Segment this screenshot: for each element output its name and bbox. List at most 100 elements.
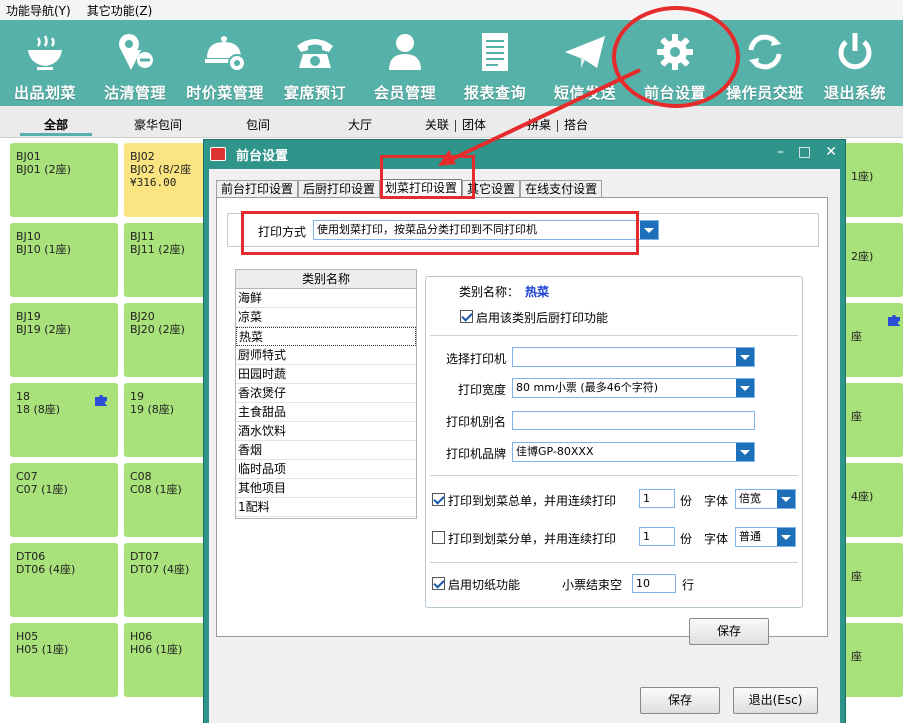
print-total-label: 打印到划菜总单，并用连续打印 (448, 494, 617, 508)
total-font-select[interactable]: 倍宽 (735, 489, 796, 509)
chevron-down-icon[interactable] (640, 221, 658, 239)
area-tab-hall[interactable]: 大厅 (348, 116, 372, 133)
print-total-checkbox[interactable] (432, 493, 445, 506)
toolbar-label: 短信发送 (553, 84, 616, 102)
table-tile[interactable]: DT06 DT06 (4座) (10, 543, 118, 617)
printer-alias-label: 打印机别名 (446, 415, 507, 429)
tab-online-pay[interactable]: 在线支付设置 (520, 180, 603, 197)
maximize-icon[interactable]: □ (798, 144, 811, 160)
print-width-value: 80 mm小票 (最多46个字符) (516, 381, 659, 394)
font-label: 字体 (704, 494, 729, 508)
printer-label: 选择打印机 (446, 352, 507, 366)
table-seats: 2座) (851, 250, 874, 263)
paper-cut-label: 启用切纸功能 (448, 578, 521, 592)
area-tab-share[interactable]: 拼桌 搭台 (527, 116, 588, 133)
list-item[interactable]: 厨师特式 (236, 346, 416, 365)
area-tab-private[interactable]: 包间 (246, 116, 270, 133)
blank-lines-input[interactable]: 10 (632, 574, 676, 593)
dialog-save-button[interactable]: 保存 (640, 687, 720, 714)
blank-lines-label: 小票结束空 (562, 578, 623, 592)
toolbar-label: 报表查询 (463, 84, 526, 102)
split-copies-input[interactable]: 1 (639, 527, 675, 546)
chevron-down-icon[interactable] (777, 528, 795, 546)
menu-other-functions[interactable]: 其它功能(Z) (87, 2, 153, 19)
area-tab-bar: 全部 豪华包间 包间 大厅 关联 团体 拼桌 搭台 (0, 106, 903, 138)
split-font-select[interactable]: 普通 (735, 527, 796, 547)
main-toolbar: 出品划菜 沽清管理 时价菜管理 宴席预订 会员管理 报表查询 短信发送 前台设置… (0, 20, 903, 106)
mail-icon (563, 30, 607, 74)
table-seats: BJ10 (1座) (16, 243, 71, 256)
printer-alias-input[interactable] (512, 411, 755, 430)
table-tile[interactable]: H05 H05 (1座) (10, 623, 118, 697)
font-label: 字体 (704, 532, 729, 546)
print-width-select[interactable]: 80 mm小票 (最多46个字符) (512, 378, 755, 398)
dialog-titlebar: 前台设置 – □ ✕ (204, 140, 845, 168)
list-item[interactable]: 田园时蔬 (236, 365, 416, 384)
list-item[interactable]: 其他项目 (236, 479, 416, 498)
toolbar-soldout-button[interactable]: 沽清管理 (90, 20, 180, 106)
table-name: DT06 (16, 550, 46, 563)
tab-panel: 打印方式 使用划菜打印，按菜品分类打印到不同打印机 类别名称 海鲜 凉菜 热菜 … (216, 197, 828, 645)
paper-cut-checkbox[interactable] (432, 577, 445, 590)
list-item[interactable]: 凉菜 (236, 308, 416, 327)
highlight-tab-box (380, 155, 475, 199)
report-icon (473, 30, 517, 74)
minimize-icon[interactable]: – (777, 144, 784, 160)
menu-function-nav[interactable]: 功能导航(Y) (6, 2, 71, 19)
chevron-down-icon[interactable] (736, 379, 754, 397)
total-copies-input[interactable]: 1 (639, 489, 675, 508)
area-tab-all[interactable]: 全部 (19, 116, 93, 136)
app-icon (210, 147, 226, 161)
list-item[interactable]: 临时品项 (236, 460, 416, 479)
list-item-selected[interactable]: 热菜 (236, 327, 416, 346)
toolbar-member-button[interactable]: 会员管理 (360, 20, 450, 106)
app-window: 功能导航(Y) 其它功能(Z) 出品划菜 沽清管理 时价菜管理 宴席预订 会员管… (0, 0, 903, 723)
printer-select[interactable] (512, 347, 755, 367)
list-item[interactable]: 香浓煲仔 (236, 384, 416, 403)
copies-unit: 份 (680, 532, 693, 546)
chevron-down-icon[interactable] (736, 443, 754, 461)
tag-icon (113, 30, 157, 74)
toolbar-label: 会员管理 (373, 84, 436, 102)
table-tile[interactable]: C07 C07 (1座) (10, 463, 118, 537)
power-icon (833, 30, 877, 74)
table-tile[interactable]: BJ01 BJ01 (2座) (10, 143, 118, 217)
list-item[interactable]: 香烟 (236, 441, 416, 460)
toolbar-banquet-button[interactable]: 宴席预订 (270, 20, 360, 106)
printer-brand-select[interactable]: 佳博GP-80XXX (512, 442, 755, 462)
total-font-value: 倍宽 (739, 492, 761, 505)
split-font-value: 普通 (739, 530, 761, 543)
chevron-down-icon[interactable] (736, 348, 754, 366)
table-seats: 座 (851, 410, 862, 423)
table-tile[interactable]: BJ19 BJ19 (2座) (10, 303, 118, 377)
toolbar-report-button[interactable]: 报表查询 (450, 20, 540, 106)
enable-kitchen-print-checkbox[interactable] (460, 310, 473, 323)
copies-unit: 份 (680, 494, 693, 508)
category-name-value: 热菜 (525, 285, 550, 299)
table-seats: H05 (1座) (16, 643, 69, 656)
list-item[interactable]: 主食甜品 (236, 403, 416, 422)
close-icon[interactable]: ✕ (825, 144, 837, 160)
list-item[interactable]: 海鲜 (236, 289, 416, 308)
toolbar-price-button[interactable]: 时价菜管理 (180, 20, 270, 106)
area-tab-luxury[interactable]: 豪华包间 (134, 116, 182, 133)
dialog-exit-button[interactable]: 退出(Esc) (733, 687, 818, 714)
detail-save-button[interactable]: 保存 (689, 618, 769, 645)
print-split-label: 打印到划菜分单，并用连续打印 (448, 532, 617, 546)
list-item[interactable]: 酒水饮料 (236, 422, 416, 441)
table-tile[interactable]: BJ10 BJ10 (1座) (10, 223, 118, 297)
list-item[interactable]: 1配料 (236, 498, 416, 517)
toolbar-dish-button[interactable]: 出品划菜 (0, 20, 90, 106)
chevron-down-icon[interactable] (777, 490, 795, 508)
tab-kitchen-print[interactable]: 后厨打印设置 (298, 180, 381, 197)
area-tab-linked[interactable]: 关联 团体 (425, 116, 486, 133)
print-split-checkbox[interactable] (432, 531, 445, 544)
toolbar-label: 沽清管理 (103, 84, 166, 102)
food-gear-icon (203, 30, 247, 74)
table-seats: 座 (851, 570, 862, 583)
table-tile[interactable]: 18 18 (8座) (10, 383, 118, 457)
tab-frontdesk-print[interactable]: 前台打印设置 (216, 180, 299, 197)
toolbar-exit-button[interactable]: 退出系统 (810, 20, 900, 106)
area-tab-join-label: 搭台 (564, 118, 589, 132)
table-name: C07 (16, 470, 38, 483)
